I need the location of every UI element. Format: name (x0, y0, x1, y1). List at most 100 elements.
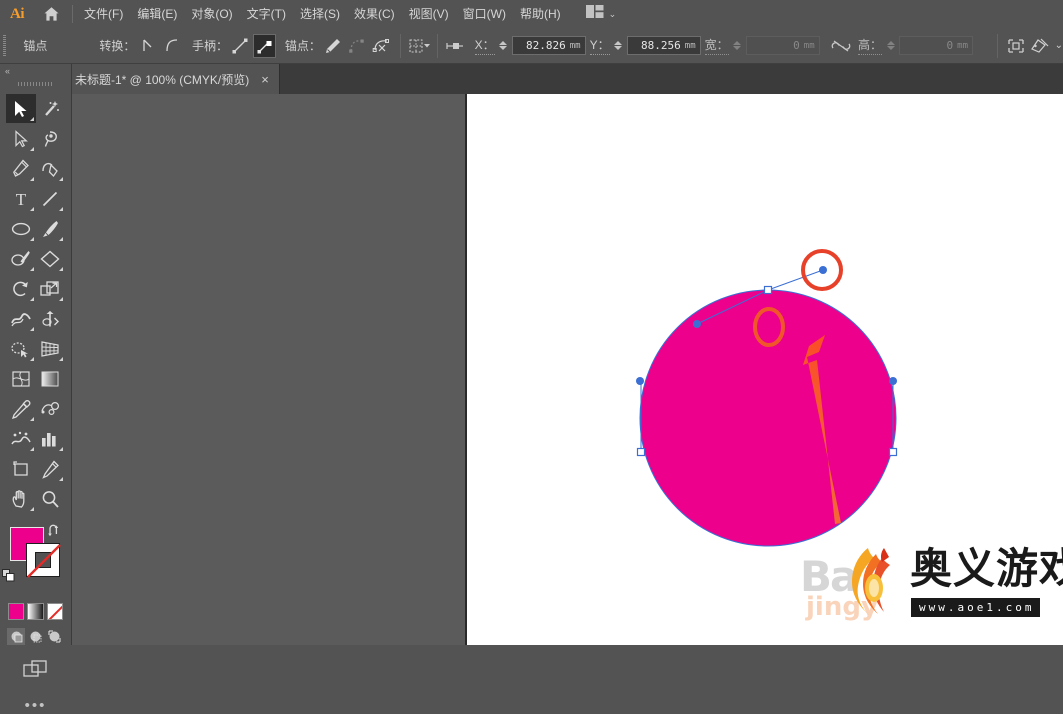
handles-label: 手柄： (192, 39, 229, 53)
column-graph-tool[interactable] (36, 424, 66, 453)
y-stepper[interactable] (613, 37, 624, 55)
control-bar-grip[interactable] (0, 28, 9, 64)
menu-select[interactable]: 选择(S) (293, 3, 347, 25)
shaper-tool[interactable] (6, 244, 36, 273)
height-stepper (885, 37, 896, 55)
width-input: 0 mm (745, 36, 820, 55)
default-fill-stroke-icon[interactable] (2, 569, 15, 582)
type-tool[interactable]: T (6, 184, 36, 213)
hide-handles-icon[interactable] (253, 33, 276, 58)
lasso-tool[interactable] (36, 124, 66, 153)
hand-tool[interactable] (6, 484, 36, 513)
mesh-tool[interactable] (6, 364, 36, 393)
free-transform-tool[interactable] (36, 304, 66, 333)
document-tab[interactable]: 未标题-1* @ 100% (CMYK/预览) × (62, 64, 280, 94)
control-divider (400, 33, 401, 58)
zoom-tool[interactable] (36, 484, 66, 513)
connect-path-icon[interactable] (346, 34, 368, 58)
tools-panel-grip[interactable] (0, 78, 71, 90)
width-value: 0 (793, 39, 800, 52)
anchors-label: 锚点： (284, 39, 321, 53)
menu-type[interactable]: 文字(T) (240, 3, 293, 25)
edit-toolbar-icon[interactable]: ••• (0, 679, 71, 714)
curvature-tool[interactable] (36, 154, 66, 183)
menu-file[interactable]: 文件(F) (77, 3, 130, 25)
anchor-right (888, 447, 898, 457)
change-screen-mode-icon[interactable] (0, 645, 71, 679)
y-unit: mm (684, 40, 696, 51)
line-segment-tool[interactable] (36, 184, 66, 213)
menu-edit[interactable]: 编辑(E) (130, 3, 184, 25)
x-input[interactable]: 82.826 mm (511, 36, 586, 55)
x-stepper[interactable] (498, 37, 509, 55)
pen-tool[interactable] (6, 154, 36, 183)
control-overflow-chevron-icon[interactable]: ⌄ (1055, 40, 1063, 51)
ellipse-tool[interactable] (6, 214, 36, 243)
color-mode-none[interactable] (46, 603, 63, 620)
width-unit: mm (803, 40, 815, 51)
app-logo: Ai (10, 5, 25, 22)
home-icon[interactable] (34, 0, 68, 28)
scale-tool[interactable] (36, 274, 66, 303)
draw-behind-mode[interactable] (26, 628, 44, 645)
symbol-sprayer-tool[interactable] (6, 424, 36, 453)
convert-to-smooth-icon[interactable] (161, 34, 183, 58)
x-position-field-group[interactable]: X： 82.826 mm (474, 36, 586, 55)
more-options-icon[interactable] (1029, 34, 1051, 58)
handle-top-right (819, 266, 827, 274)
height-field-group: 高： 0 mm (858, 36, 974, 55)
cut-path-icon[interactable] (371, 34, 393, 58)
handle-left (636, 377, 644, 385)
menu-divider (72, 5, 73, 23)
handle-right (889, 377, 897, 385)
draw-inside-mode[interactable] (45, 628, 63, 645)
stroke-color-swatch[interactable] (26, 543, 61, 578)
align-to-pixel-grid-icon[interactable] (408, 34, 431, 58)
blend-tool[interactable] (36, 394, 66, 423)
menu-effect[interactable]: 效果(C) (347, 3, 402, 25)
convert-to-corner-icon[interactable] (136, 34, 158, 58)
width-stepper (732, 37, 743, 55)
control-divider-2 (437, 33, 439, 58)
constrain-proportions-broken-icon[interactable] (830, 34, 852, 58)
isolate-selected-object-icon[interactable] (445, 34, 467, 58)
color-mode-gradient[interactable] (27, 603, 44, 620)
magic-wand-tool[interactable] (36, 94, 66, 123)
document-tab-title: 未标题-1* @ 100% (CMYK/预览) (75, 72, 250, 87)
menu-window[interactable]: 窗口(W) (456, 3, 513, 25)
svg-text:T: T (16, 190, 27, 209)
close-icon[interactable]: × (261, 73, 269, 86)
swap-fill-stroke-icon[interactable] (47, 524, 61, 541)
arrange-documents-button[interactable]: ⌄ (582, 3, 621, 25)
shape-builder-tool[interactable] (6, 334, 36, 363)
show-handles-icon[interactable] (229, 34, 251, 58)
paintbrush-tool[interactable] (36, 214, 66, 243)
perspective-grid-tool[interactable] (36, 334, 66, 363)
menu-help[interactable]: 帮助(H) (513, 3, 568, 25)
artboard-tool[interactable] (6, 454, 36, 483)
y-label: Y： (589, 36, 610, 55)
artboard[interactable]: Ba jingy 奥义游戏网 www.aoe1.com (467, 94, 1063, 645)
tool-grid: T (0, 90, 71, 513)
transform-panel-icon[interactable] (1005, 34, 1027, 58)
arrange-documents-icon (585, 5, 604, 23)
width-tool[interactable] (6, 304, 36, 333)
rotate-tool[interactable] (6, 274, 36, 303)
no-stroke-slash-icon (27, 544, 61, 578)
eyedropper-tool[interactable] (6, 394, 36, 423)
remove-anchor-icon[interactable] (322, 34, 344, 58)
direct-selection-tool[interactable] (6, 124, 36, 153)
color-mode-flat[interactable] (8, 603, 25, 620)
menu-object[interactable]: 对象(O) (184, 3, 239, 25)
menu-view[interactable]: 视图(V) (402, 3, 456, 25)
gradient-tool[interactable] (36, 364, 66, 393)
draw-normal-mode[interactable] (7, 628, 25, 645)
y-position-field-group[interactable]: Y： 88.256 mm (589, 36, 701, 55)
eraser-tool[interactable] (36, 244, 66, 273)
selection-tool[interactable] (6, 94, 36, 123)
y-input[interactable]: 88.256 mm (626, 36, 701, 55)
collapse-panel-icon[interactable]: « (0, 64, 71, 78)
x-label: X： (474, 36, 495, 55)
slice-tool[interactable] (36, 454, 66, 483)
canvas-work-area[interactable]: Ba jingy 奥义游戏网 www.aoe1.com (72, 94, 1063, 645)
